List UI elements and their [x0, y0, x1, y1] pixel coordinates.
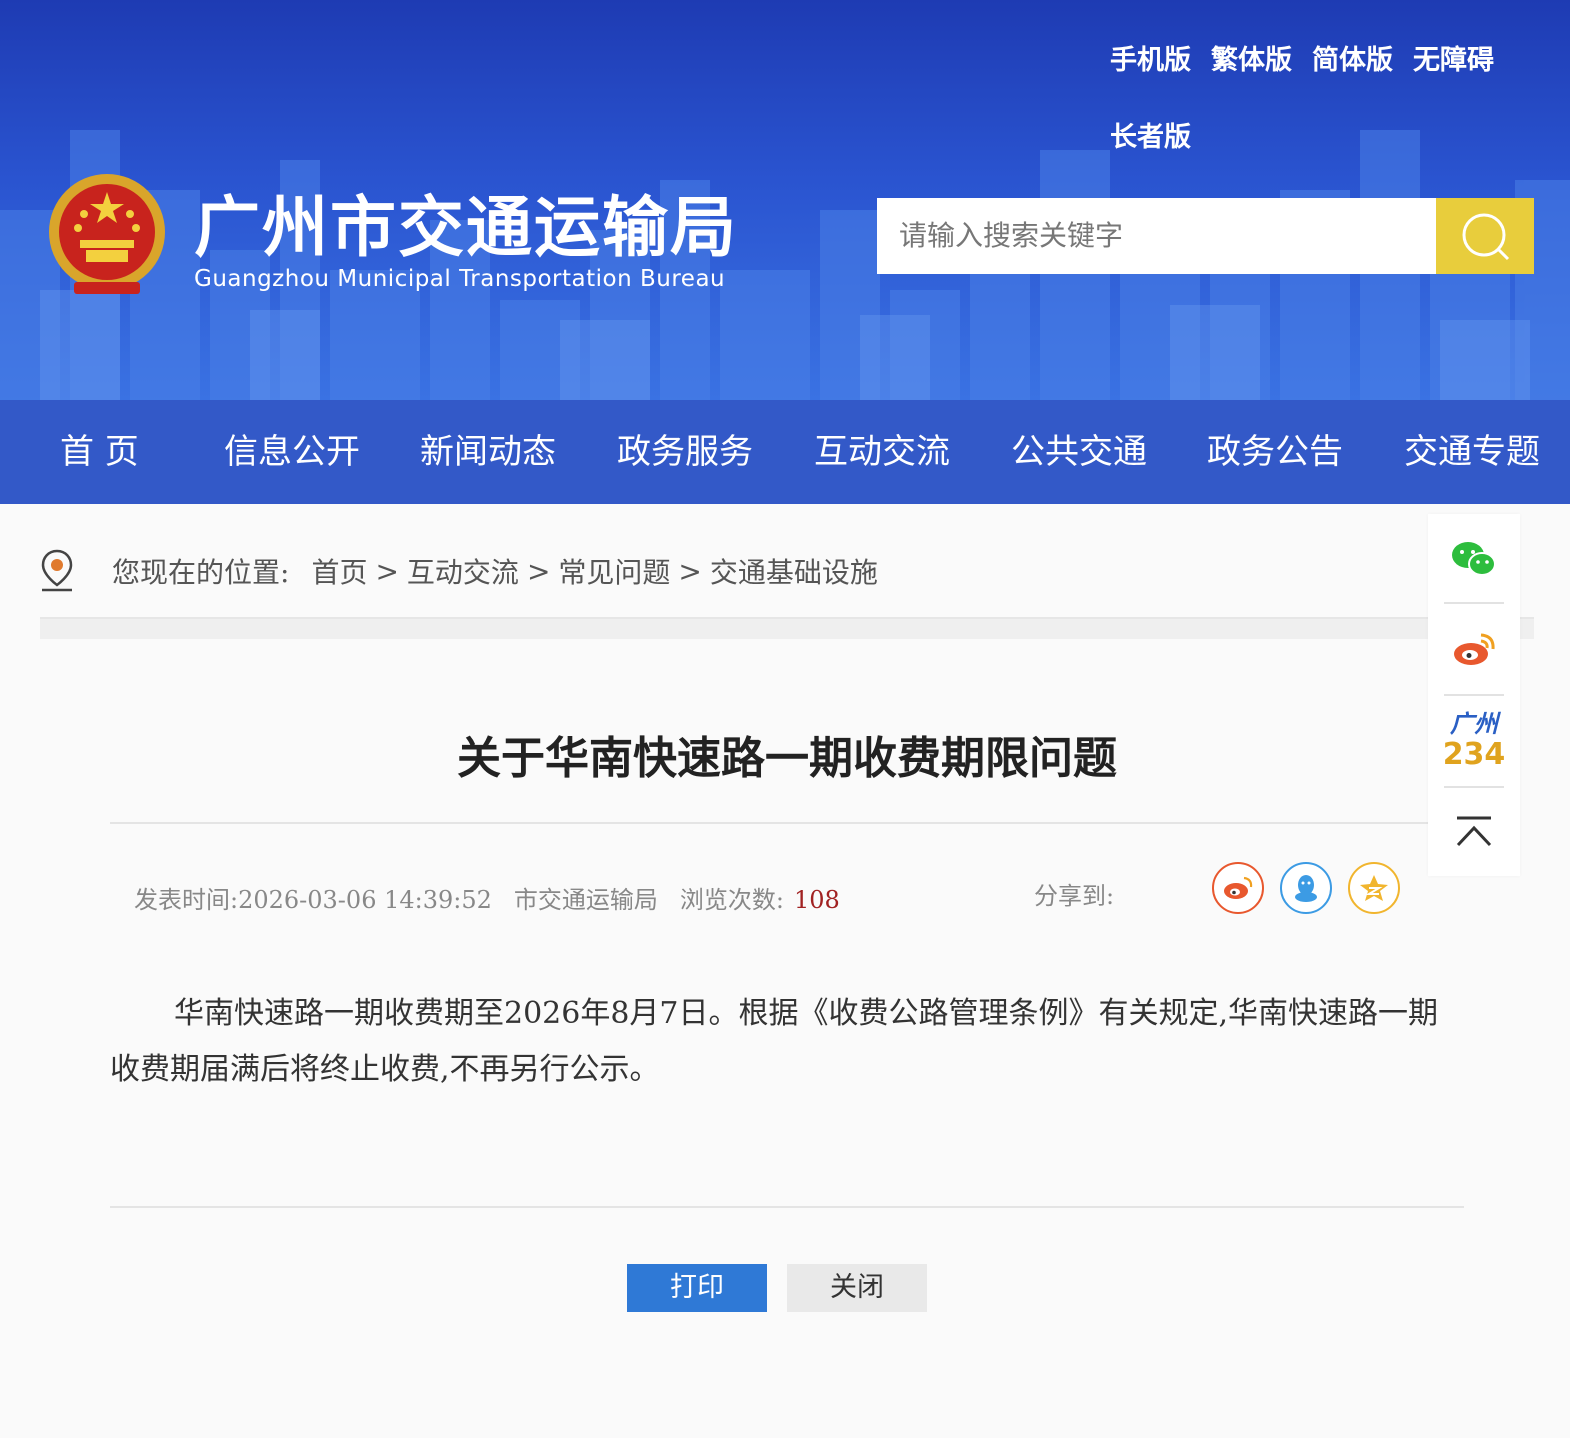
top-links: 手机版 繁体版 简体版 无障碍 长者版	[1110, 38, 1530, 192]
header-banner: 手机版 繁体版 简体版 无障碍 长者版 广州市交通运输局 Guangzhou Muni…	[0, 0, 1570, 400]
nav-item-government-services[interactable]: 政务服务	[617, 400, 753, 504]
qq-icon	[1295, 875, 1317, 902]
link-simplified[interactable]: 简体版	[1312, 38, 1393, 77]
national-emblem-logo	[49, 174, 165, 294]
print-button[interactable]: 打印	[627, 1264, 767, 1312]
article-body: 华南快速路一期收费期至2026年8月7日。根据《收费公路管理条例》有关规定,华南…	[110, 996, 1439, 1087]
gz234-logo-line1: 广州	[1450, 710, 1498, 738]
link-accessibility[interactable]: 无障碍	[1413, 38, 1494, 77]
weibo-button[interactable]	[1444, 604, 1504, 694]
weibo-icon	[1224, 876, 1253, 899]
publish-time: 发表时间:2026-03-06 14:39:52	[134, 886, 492, 914]
link-elderly[interactable]: 长者版	[1110, 115, 1191, 154]
breadcrumb-separator: >	[375, 554, 399, 588]
link-mobile[interactable]: 手机版	[1110, 38, 1191, 77]
content-area: 您现在的位置: 首页 > 互动交流 > 常见问题 > 交通基础设施 关于华南快速…	[0, 504, 1570, 1438]
nav-item-home[interactable]: 首 页	[60, 400, 139, 504]
location-pin-icon	[41, 549, 73, 592]
nav-item-interaction[interactable]: 互动交流	[814, 400, 950, 504]
floating-share-bar: 广州 234	[1428, 514, 1520, 876]
views-count: 108	[793, 886, 840, 914]
chevron-up-icon	[1456, 816, 1492, 847]
nav-item-announcements[interactable]: 政务公告	[1207, 400, 1343, 504]
close-button[interactable]: 关闭	[787, 1264, 927, 1312]
breadcrumb-divider	[40, 617, 1534, 639]
title-divider	[110, 822, 1428, 824]
breadcrumb: 您现在的位置: 首页 > 互动交流 > 常见问题 > 交通基础设施	[40, 536, 1440, 606]
nav-item-traffic-topics[interactable]: 交通专题	[1404, 400, 1540, 504]
wechat-icon	[1452, 542, 1496, 576]
share-weibo-button[interactable]	[1212, 862, 1264, 914]
breadcrumb-infrastructure[interactable]: 交通基础设施	[710, 551, 878, 591]
site-title: 广州市交通运输局	[194, 189, 738, 266]
link-traditional[interactable]: 繁体版	[1211, 38, 1292, 77]
body-divider	[110, 1206, 1464, 1208]
breadcrumb-interaction[interactable]: 互动交流	[407, 551, 519, 591]
breadcrumb-label: 您现在的位置:	[112, 556, 290, 589]
article-meta: 发表时间:2026-03-06 14:39:52 市交通运输局 浏览次数: 108	[134, 880, 862, 915]
site-subtitle: Guangzhou Municipal Transportation Burea…	[194, 266, 726, 292]
guangzhou-234-button[interactable]: 广州 234	[1442, 696, 1506, 786]
share-label: 分享到:	[1034, 882, 1115, 910]
share-qq-button[interactable]	[1280, 862, 1332, 914]
back-to-top-button[interactable]	[1444, 788, 1504, 878]
breadcrumb-home[interactable]: 首页	[311, 551, 367, 591]
search-input[interactable]: 请输入搜索关键字	[877, 198, 1437, 274]
nav-item-public-transport[interactable]: 公共交通	[1011, 400, 1147, 504]
nav-item-news[interactable]: 新闻动态	[420, 400, 556, 504]
search-button[interactable]	[1436, 198, 1534, 274]
breadcrumb-faq[interactable]: 常见问题	[558, 551, 670, 591]
gz234-logo-line2: 234	[1442, 737, 1506, 772]
qzone-star-icon	[1360, 875, 1388, 901]
article-source: 市交通运输局	[513, 886, 658, 914]
share-qzone-button[interactable]	[1348, 862, 1400, 914]
wechat-button[interactable]	[1444, 514, 1504, 604]
weibo-icon	[1454, 633, 1495, 665]
article-title: 关于华南快速路一期收费期限问题	[457, 733, 1117, 784]
main-nav: 首 页 信息公开 新闻动态 政务服务 互动交流 公共交通 政务公告 交通专题	[0, 400, 1570, 504]
nav-item-info-disclosure[interactable]: 信息公开	[224, 400, 360, 504]
search-icon	[1462, 213, 1510, 261]
breadcrumb-separator: >	[678, 554, 702, 588]
breadcrumb-separator: >	[526, 554, 551, 588]
views-label: 浏览次数:	[679, 886, 784, 914]
